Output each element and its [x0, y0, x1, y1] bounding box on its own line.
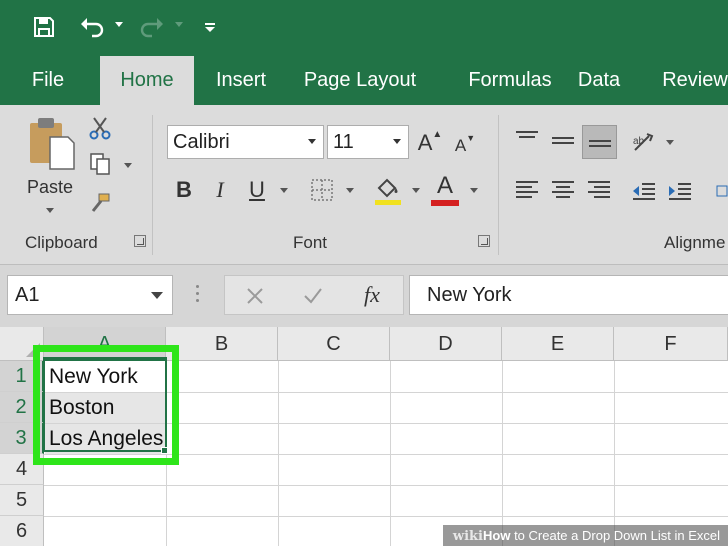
cancel-icon[interactable]: [243, 284, 267, 308]
orientation-dropdown-icon[interactable]: [666, 140, 674, 145]
undo-icon[interactable]: [78, 12, 106, 42]
fill-color-icon: [377, 178, 398, 197]
grow-font-button[interactable]: A ▲: [417, 129, 443, 157]
orientation-icon[interactable]: ab: [630, 129, 658, 155]
borders-dropdown-icon[interactable]: [346, 188, 354, 193]
name-box-value: A1: [15, 284, 40, 306]
tab-page-layout[interactable]: Page Layout: [296, 56, 424, 105]
formula-buttons: fx: [224, 275, 404, 315]
enter-icon[interactable]: [301, 284, 325, 308]
column-header-e[interactable]: E: [502, 327, 614, 361]
merge-cells-icon[interactable]: [716, 177, 728, 205]
undo-dropdown-icon[interactable]: [115, 22, 123, 27]
insert-function-button[interactable]: fx: [355, 280, 389, 310]
italic-button[interactable]: I: [208, 175, 232, 205]
paste-dropdown-icon[interactable]: [46, 208, 54, 213]
font-color-icon: A: [436, 172, 453, 199]
tab-formulas[interactable]: Formulas: [446, 56, 574, 105]
tab-home[interactable]: Home: [100, 56, 194, 105]
watermark: wikiHow to Create a Drop Down List in Ex…: [442, 525, 728, 546]
underline-dropdown-icon[interactable]: [280, 188, 288, 193]
alignment-group-label: Alignme: [664, 233, 726, 252]
tab-review[interactable]: Review: [650, 56, 728, 105]
paste-button[interactable]: Paste: [20, 115, 80, 225]
formula-input[interactable]: New York: [409, 275, 728, 315]
formula-bar: A1 fx New York: [0, 265, 728, 327]
watermark-title: to Create a Drop Down List in Excel: [510, 528, 720, 543]
ribbon-divider: [498, 115, 499, 255]
font-size-value: 11: [333, 131, 354, 153]
watermark-wiki: wiki: [452, 529, 483, 544]
grow-font-icon: A: [417, 130, 433, 155]
increase-indent-icon[interactable]: [666, 179, 694, 203]
align-left-icon[interactable]: [516, 181, 538, 199]
chevron-down-icon: [393, 139, 401, 144]
fill-color-dropdown-icon[interactable]: [412, 188, 420, 193]
top-align-icon[interactable]: [516, 131, 538, 149]
ribbon: Paste Clipboard Calibri 11 A ▲ A ▼ B I U A: [0, 105, 728, 265]
row-header-6[interactable]: 6: [0, 516, 44, 546]
font-launcher-icon[interactable]: [478, 235, 490, 247]
redo-dropdown-icon: [175, 22, 183, 27]
font-name-select[interactable]: Calibri: [167, 125, 324, 159]
font-color-swatch: [431, 200, 459, 206]
chevron-down-icon: [308, 139, 316, 144]
svg-text:ab: ab: [633, 136, 645, 147]
gridline: [44, 485, 728, 486]
save-icon[interactable]: [30, 12, 58, 42]
redo-icon[interactable]: [138, 12, 166, 42]
copy-icon[interactable]: [88, 151, 112, 177]
column-header-f[interactable]: F: [614, 327, 728, 361]
resize-handle-icon[interactable]: [196, 285, 200, 307]
format-painter-icon[interactable]: [88, 191, 112, 217]
ribbon-divider: [152, 115, 153, 255]
gridline: [278, 361, 279, 546]
gridline: [614, 361, 615, 546]
bold-button[interactable]: B: [172, 175, 196, 205]
column-header-c[interactable]: C: [278, 327, 390, 361]
row-header-5[interactable]: 5: [0, 485, 44, 516]
font-size-select[interactable]: 11: [327, 125, 409, 159]
chevron-down-icon: [151, 292, 163, 299]
shrink-font-button[interactable]: A ▼: [454, 133, 476, 159]
tab-file[interactable]: File: [20, 56, 76, 105]
fill-color-swatch: [375, 199, 401, 205]
column-header-d[interactable]: D: [390, 327, 502, 361]
gridline: [502, 361, 503, 546]
bottom-align-icon: [589, 140, 611, 158]
borders-icon[interactable]: [309, 177, 335, 203]
font-name-value: Calibri: [173, 131, 230, 153]
cut-icon[interactable]: [88, 115, 112, 141]
watermark-how: How: [483, 528, 511, 543]
align-center-icon[interactable]: [552, 181, 574, 199]
copy-dropdown-icon[interactable]: [124, 163, 132, 168]
decrease-indent-icon[interactable]: [630, 179, 658, 203]
column-header-b[interactable]: B: [166, 327, 278, 361]
highlight-box: [33, 345, 179, 465]
gridline: [44, 516, 728, 517]
clipboard-group-label: Clipboard: [25, 233, 98, 252]
fill-color-button[interactable]: [373, 173, 403, 207]
tab-data[interactable]: Data: [570, 56, 628, 105]
title-bar: File Home Insert Page Layout Formulas Da…: [0, 0, 728, 105]
font-group-label: Font: [293, 233, 328, 252]
bottom-align-button[interactable]: [582, 125, 617, 159]
align-right-icon[interactable]: [588, 181, 610, 199]
middle-align-icon[interactable]: [552, 137, 574, 155]
shrink-font-icon: A: [454, 136, 467, 155]
name-box[interactable]: A1: [7, 275, 173, 315]
underline-button[interactable]: U: [244, 175, 270, 205]
clipboard-launcher-icon[interactable]: [134, 235, 146, 247]
font-color-dropdown-icon[interactable]: [470, 188, 478, 193]
paste-icon: [30, 118, 75, 170]
gridline: [390, 361, 391, 546]
tab-insert[interactable]: Insert: [206, 56, 276, 105]
paste-label: Paste: [26, 177, 74, 197]
font-color-button[interactable]: A: [430, 173, 460, 207]
customize-quick-access-icon[interactable]: [202, 12, 218, 42]
